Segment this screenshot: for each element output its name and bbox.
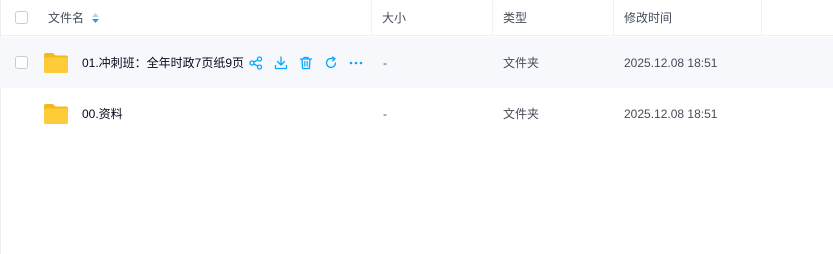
more-button[interactable] — [348, 55, 364, 71]
folder-icon — [44, 103, 68, 124]
name-cell: 01.冲刺班：全年时政7页纸9页 — [0, 37, 371, 88]
select-all-checkbox[interactable] — [15, 11, 28, 24]
name-cell: 00.资料 — [0, 88, 371, 139]
column-divider[interactable] — [761, 0, 762, 36]
column-divider[interactable] — [371, 0, 372, 36]
file-size: - — [383, 106, 387, 121]
folder-icon — [44, 52, 68, 73]
file-type: 文件夹 — [503, 107, 540, 121]
column-divider[interactable] — [492, 0, 493, 36]
share-button[interactable] — [248, 55, 264, 71]
file-type: 文件夹 — [503, 56, 540, 70]
delete-button[interactable] — [298, 55, 314, 71]
row-actions — [248, 55, 364, 71]
header-type-label: 类型 — [503, 11, 528, 25]
header-modified-label: 修改时间 — [624, 11, 673, 25]
type-cell: 文件夹 — [503, 37, 539, 88]
download-button[interactable] — [273, 55, 289, 71]
file-size: - — [383, 55, 387, 70]
header-checkbox-cell — [0, 0, 40, 35]
header-size-label: 大小 — [382, 11, 407, 25]
header-modified[interactable]: 修改时间 — [624, 0, 672, 35]
file-modified: 2025.12.08 18:51 — [624, 55, 718, 70]
more-icon — [349, 61, 363, 64]
share-icon — [249, 55, 263, 70]
trash-icon — [299, 56, 313, 69]
modified-cell: 2025.12.08 18:51 — [624, 88, 717, 139]
header-size[interactable]: 大小 — [382, 0, 406, 35]
header-name-label: 文件名 — [48, 11, 85, 25]
header-name[interactable]: 文件名 — [48, 0, 100, 35]
sort-icon[interactable] — [92, 12, 100, 23]
size-cell: - — [383, 37, 387, 88]
download-icon — [274, 55, 288, 69]
column-divider[interactable] — [613, 0, 614, 36]
file-row[interactable]: 01.冲刺班：全年时政7页纸9页 - 文件夹 2025.12.08 18:51 — [0, 37, 833, 88]
file-list-header: 文件名 大小 类型 修改时间 — [0, 0, 833, 36]
file-row[interactable]: 00.资料 - 文件夹 2025.12.08 18:51 — [0, 88, 833, 139]
file-modified: 2025.12.08 18:51 — [624, 106, 718, 121]
file-name[interactable]: 01.冲刺班：全年时政7页纸9页 — [82, 54, 244, 71]
type-cell: 文件夹 — [503, 88, 539, 139]
modified-cell: 2025.12.08 18:51 — [624, 37, 717, 88]
refresh-button[interactable] — [323, 55, 339, 71]
refresh-icon — [325, 55, 337, 68]
size-cell: - — [383, 88, 387, 139]
file-name[interactable]: 00.资料 — [82, 105, 123, 122]
header-type[interactable]: 类型 — [503, 0, 527, 35]
